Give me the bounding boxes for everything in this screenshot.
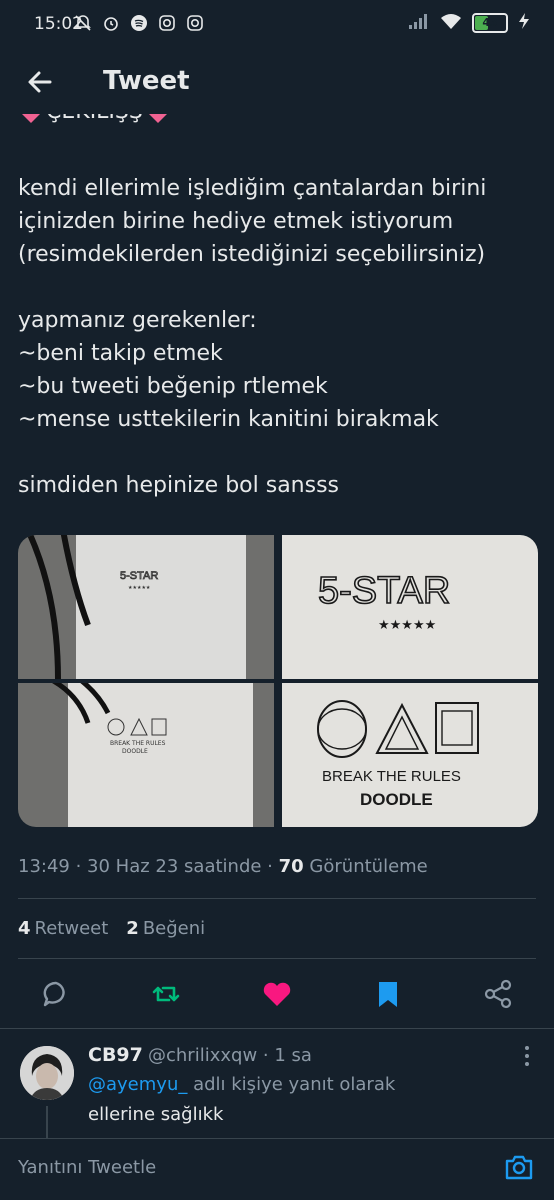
views-count: 70: [278, 856, 304, 877]
alarm-icon: [102, 14, 120, 32]
retweets-stat[interactable]: 4 Retweet: [18, 918, 108, 939]
top-app-bar: Tweet: [0, 52, 554, 114]
embroidery-text: 5-STAR: [120, 570, 158, 582]
avatar[interactable]: [20, 1046, 74, 1100]
wifi-icon: [440, 12, 462, 34]
embroidery-subtext: DOODLE: [122, 748, 148, 755]
likes-count: 2: [126, 918, 139, 939]
embroidery-subtext: DOODLE: [360, 790, 433, 809]
reply-author-handle: @chrilixxqw · 1 sa: [148, 1045, 312, 1066]
tweet-paragraph: kendi ellerimle işlediğim çantalardan bi…: [18, 176, 487, 267]
notification-icons: [74, 14, 204, 32]
views-label: Görüntüleme: [309, 856, 428, 877]
tweet-photo[interactable]: 5-STAR ★★★★★: [18, 535, 274, 679]
system-icons: 43: [408, 12, 530, 34]
tweet-photo[interactable]: BREAK THE RULES DOODLE: [282, 683, 538, 827]
back-arrow-icon[interactable]: [24, 66, 56, 98]
tweet-photo[interactable]: 5-STAR ★★★★★: [282, 535, 538, 679]
embroidery-text: BREAK THE RULES: [110, 740, 166, 747]
tweet-date: · 30 Haz 23 saatinde ·: [75, 856, 273, 877]
divider: [18, 958, 536, 959]
camera-icon[interactable]: [504, 1153, 534, 1181]
status-bar: 15:02 43: [0, 0, 554, 52]
tweet-actions: [0, 978, 554, 1014]
reply-compose-bar[interactable]: Yanıtını Tweetle: [0, 1138, 554, 1200]
divider: [0, 1028, 554, 1029]
battery-icon: 43: [472, 13, 508, 33]
stars-decoration: ★★★★★: [378, 618, 436, 633]
spotify-icon: [130, 14, 148, 32]
retweet-icon[interactable]: [150, 978, 182, 1010]
replying-to-label: adlı kişiye yanıt olarak: [187, 1074, 396, 1095]
instagram-icon: [186, 14, 204, 32]
mute-icon: [74, 14, 92, 32]
instagram-icon: [158, 14, 176, 32]
embroidery-text: 5-STAR: [318, 570, 450, 612]
replying-to: @ayemyu_ adlı kişiye yanıt olarak: [88, 1074, 395, 1095]
divider: [18, 898, 536, 899]
tweet-stats: 4 Retweet 2 Beğeni: [18, 918, 205, 939]
heart-icon[interactable]: [261, 978, 293, 1010]
bookmark-icon[interactable]: [372, 978, 404, 1010]
battery-level: 43: [482, 16, 498, 29]
reply-text: ellerine sağlıkk: [88, 1104, 224, 1125]
mention-link[interactable]: @ayemyu_: [88, 1074, 187, 1095]
tweet-photo-grid: 5-STAR ★★★★★ 5-STAR ★★★★★ BREAK THE RULE…: [18, 535, 538, 827]
retweets-count: 4: [18, 918, 31, 939]
likes-stat[interactable]: 2 Beğeni: [126, 918, 205, 939]
tweet-time: 13:49: [18, 856, 70, 877]
signal-icon: [408, 12, 430, 34]
reply-author-name[interactable]: CB97: [88, 1044, 143, 1066]
tweet-text: ÇEKİLİŞŞ kendi ellerimle işlediğim çanta…: [18, 108, 538, 502]
more-options-icon[interactable]: [522, 1044, 532, 1068]
tweet-paragraph: yapmanız gerekenler: ~beni takip etmek ~…: [18, 308, 439, 432]
reply-tweet[interactable]: CB97 @chrilixxqw · 1 sa @ayemyu_ adlı ki…: [0, 1042, 554, 1146]
reply-icon[interactable]: [40, 978, 72, 1010]
embroidery-text: BREAK THE RULES: [322, 768, 461, 785]
stars-decoration: ★★★★★: [128, 585, 151, 591]
reply-input[interactable]: Yanıtını Tweetle: [18, 1157, 156, 1178]
likes-label: Beğeni: [142, 918, 206, 939]
tweet-paragraph: simdiden hepinize bol sansss: [18, 473, 340, 498]
retweets-label: Retweet: [34, 918, 109, 939]
tweet-timestamp: 13:49 · 30 Haz 23 saatinde · 70 Görüntül…: [18, 856, 428, 877]
tweet-photo[interactable]: BREAK THE RULES DOODLE: [18, 683, 274, 827]
share-icon[interactable]: [482, 978, 514, 1010]
charging-icon: [518, 12, 530, 34]
page-title: Tweet: [103, 66, 190, 96]
